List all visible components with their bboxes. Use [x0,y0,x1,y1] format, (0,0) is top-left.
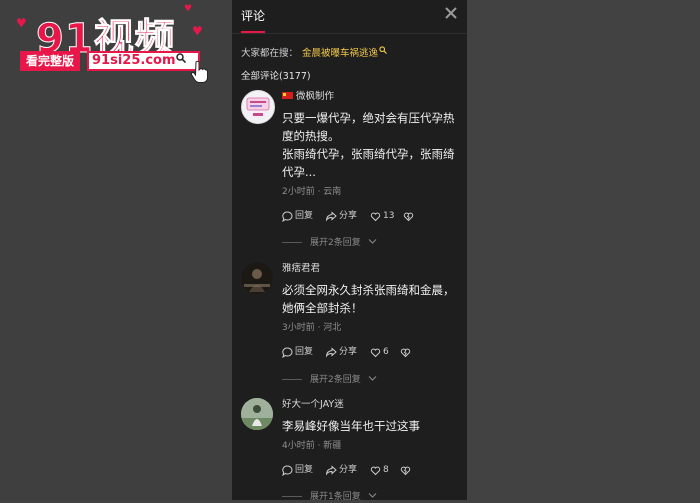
avatar-image [241,398,273,430]
expand-line [282,379,302,380]
author-name[interactable]: 微枫制作 [296,91,334,102]
share-label: 分享 [339,211,358,221]
chevron-down-icon [368,493,377,498]
watermark-badge: 看完整版 [20,51,81,71]
share-icon [326,465,337,476]
comment-body: 雅痞君君 必须全网永久封杀张雨绮和金晨，她俩全部封杀！ 3小时前 · 河北 [282,262,457,333]
header-divider [232,33,467,34]
heart-deco-icon: ♥ [184,4,193,14]
comment-meta: 3小时前 · 河北 [282,323,342,333]
expand-label: 展开1条回复 [310,492,361,502]
author-name[interactable]: 雅痞君君 [282,262,457,276]
like-count: 8 [383,465,389,475]
share-icon [326,347,337,358]
comment-count: 全部评论(3177) [241,71,311,82]
share-label: 分享 [339,347,358,357]
site-watermark: ♥ ♥ ♥ 91视频 看完整版 91si25.com [14,4,214,86]
author-name[interactable]: 好大一个JAY迷 [282,398,457,412]
comment-author[interactable]: 微枫制作 [282,90,457,104]
expand-line [282,242,302,243]
heart-icon [370,212,381,222]
comment-meta: 2小时前 · 云南 [282,187,342,197]
reply-icon [282,211,293,222]
right-backdrop [467,0,700,500]
like-count: 13 [383,211,395,221]
reply-label: 回复 [295,211,314,221]
like-count: 6 [383,347,389,357]
search-suggestion: 大家都在搜： 金晨被曝车祸逃逸 [241,45,387,59]
avatar[interactable] [241,398,273,430]
pointer-hand-icon [190,60,208,83]
search-hint-label: 大家都在搜： [241,48,299,59]
comment-panel: 评论 大家都在搜： 金晨被曝车祸逃逸 全部评论(3177) 微枫制作 只要一爆代孕… [232,0,467,502]
comment-text: 只要一爆代孕，绝对会有压代孕热度的热搜。 张雨绮代孕，张雨绮代孕，张雨绮代孕..… [282,111,455,179]
expand-line [282,496,302,497]
avatar[interactable] [241,262,273,294]
dislike-icon [403,212,414,222]
avatar[interactable] [241,90,275,124]
heart-deco-icon: ♥ [16,16,27,30]
reply-label: 回复 [295,465,314,475]
reply-icon [282,465,293,476]
comment-body: 微枫制作 只要一爆代孕，绝对会有压代孕热度的热搜。 张雨绮代孕，张雨绮代孕，张雨… [282,90,457,197]
close-icon[interactable] [444,6,458,20]
heart-deco-icon: ♥ [192,24,203,38]
avatar-image [246,97,270,116]
share-icon [326,211,337,222]
expand-label: 展开2条回复 [310,375,361,385]
panel-header: 评论 [232,0,467,33]
comment-meta: 4小时前 · 新疆 [282,441,342,451]
heart-icon [370,348,381,358]
chevron-down-icon [368,239,377,244]
comment-text: 李易峰好像当年也干过这事 [282,419,420,433]
search-icon [176,53,186,63]
search-icon[interactable] [379,46,387,54]
share-label: 分享 [339,465,358,475]
reply-icon [282,347,293,358]
comment-body: 好大一个JAY迷 李易峰好像当年也干过这事 4小时前 · 新疆 [282,398,457,451]
search-keyword-link[interactable]: 金晨被曝车祸逃逸 [302,48,378,59]
dislike-icon [400,348,411,358]
reply-label: 回复 [295,347,314,357]
dislike-icon [400,466,411,476]
avatar-image [241,262,273,294]
comment-text: 必须全网永久封杀张雨绮和金晨，她俩全部封杀！ [282,283,455,315]
chevron-down-icon [368,376,377,381]
expand-label: 展开2条回复 [310,238,361,248]
heart-icon [370,466,381,476]
flag-icon [282,92,293,99]
panel-title: 评论 [241,9,266,23]
